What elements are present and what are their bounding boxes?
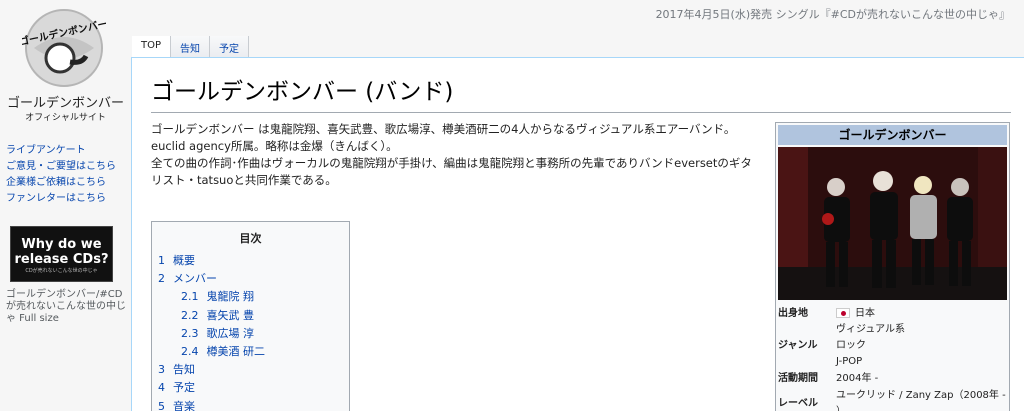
banner-line-1: Why do we bbox=[21, 237, 102, 252]
intro-paragraph-2: euclid agency所属。略称は金爆（きんばく）。 bbox=[151, 139, 398, 153]
toc-item-dabitchu[interactable]: 2.4 樽美酒 研二 bbox=[158, 343, 265, 361]
banner-tiny-text: CDが売れないこんな世の中じゃ bbox=[25, 268, 98, 274]
tab-announcements[interactable]: 告知 bbox=[171, 36, 211, 58]
infobox: ゴールデンボンバー 出身地 日本 ヴィジュアル系 ジャンル ロック J-POP … bbox=[775, 122, 1010, 411]
toc-item-kyan[interactable]: 2.2 喜矢武 豊 bbox=[158, 307, 265, 325]
site-name[interactable]: ゴールデンボンバー bbox=[0, 92, 131, 111]
main-content: ゴールデンボンバー (バンド) ゴールデンボンバー は鬼龍院翔、喜矢武豊、歌広場… bbox=[131, 57, 1024, 411]
infobox-title: ゴールデンボンバー bbox=[778, 125, 1007, 145]
page-title: ゴールデンボンバー (バンド) bbox=[151, 72, 1011, 113]
site-subtitle: オフィシャルサイト bbox=[25, 113, 106, 123]
genre-value-1[interactable]: ヴィジュアル系 bbox=[836, 322, 1012, 338]
label-label: レーベル bbox=[778, 398, 818, 409]
sidebar-link-live-survey[interactable]: ライブアンケート bbox=[6, 143, 116, 159]
genre-label: ジャンル bbox=[778, 340, 818, 351]
single-promo-banner[interactable]: Why do we release CDs? CDが売れないこんな世の中じゃ bbox=[10, 226, 113, 282]
japan-flag-icon bbox=[836, 308, 850, 318]
toc-title: 目次 bbox=[239, 232, 262, 245]
band-photo[interactable] bbox=[778, 147, 1007, 300]
toc-item-music[interactable]: 5 音楽 bbox=[158, 398, 265, 411]
intro-paragraph-1: ゴールデンボンバー は鬼龍院翔、喜矢武豊、歌広場淳、樽美酒研二の4人からなるヴィ… bbox=[151, 122, 736, 136]
banner-caption: ゴールデンボンバー/#CDが売れないこんな世の中じゃ Full size bbox=[6, 289, 126, 324]
origin-value[interactable]: 日本 bbox=[855, 308, 875, 319]
tab-schedule[interactable]: 予定 bbox=[210, 36, 250, 58]
toc-item-utahiroba[interactable]: 2.3 歌広場 淳 bbox=[158, 325, 265, 343]
tab-top[interactable]: TOP bbox=[132, 36, 172, 58]
toc-item-overview[interactable]: 1 概要 bbox=[158, 252, 265, 270]
sidebar-link-business[interactable]: 企業様ご依頼はこちら bbox=[6, 175, 116, 191]
table-of-contents: 目次 1 概要 2 メンバー 2.1 鬼龍院 翔 2.2 喜矢武 豊 2.3 歌広場 淳 … bbox=[151, 221, 350, 411]
active-label: 活動期間 bbox=[778, 373, 818, 384]
site-logo[interactable]: ゴールデンボンバー bbox=[18, 6, 109, 90]
active-value: 2004年 - bbox=[836, 373, 879, 384]
origin-label: 出身地 bbox=[778, 308, 808, 319]
banner-line-2: release CDs? bbox=[14, 252, 109, 267]
label-value[interactable]: ユークリッド / Zany Zap（2008年 - ） bbox=[836, 388, 1012, 411]
toc-item-announcements[interactable]: 3 告知 bbox=[158, 361, 265, 379]
sidebar-links: ライブアンケート ご意見・ご要望はこちら 企業様ご依頼はこちら ファンレターはこ… bbox=[6, 143, 116, 207]
sidebar: ゴールデンボンバー ゴールデンボンバー オフィシャルサイト ライブアンケート ご… bbox=[0, 0, 131, 411]
sidebar-link-feedback[interactable]: ご意見・ご要望はこちら bbox=[6, 159, 116, 175]
toc-item-members[interactable]: 2 メンバー bbox=[158, 270, 265, 288]
intro-text: ゴールデンボンバー は鬼龍院翔、喜矢武豊、歌広場淳、樽美酒研二の4人からなるヴィ… bbox=[151, 121, 761, 189]
genre-value-2[interactable]: ロック bbox=[836, 338, 1012, 354]
intro-paragraph-3: 全ての曲の作詞･作曲はヴォーカルの鬼龍院翔が手掛け、編曲は鬼龍院翔と事務所の先輩… bbox=[151, 156, 752, 187]
genre-value-3[interactable]: J-POP bbox=[836, 354, 1012, 370]
release-banner-text[interactable]: 2017年4月5日(水)発売 シングル『#CDが売れないこんな世の中じゃ』 bbox=[656, 6, 1010, 22]
page-tabs: TOP 告知 予定 bbox=[132, 36, 250, 58]
toc-item-schedule[interactable]: 4 予定 bbox=[158, 379, 265, 397]
sidebar-link-fanletter[interactable]: ファンレターはこちら bbox=[6, 191, 116, 207]
toc-item-kiryuin[interactable]: 2.1 鬼龍院 翔 bbox=[158, 288, 265, 306]
